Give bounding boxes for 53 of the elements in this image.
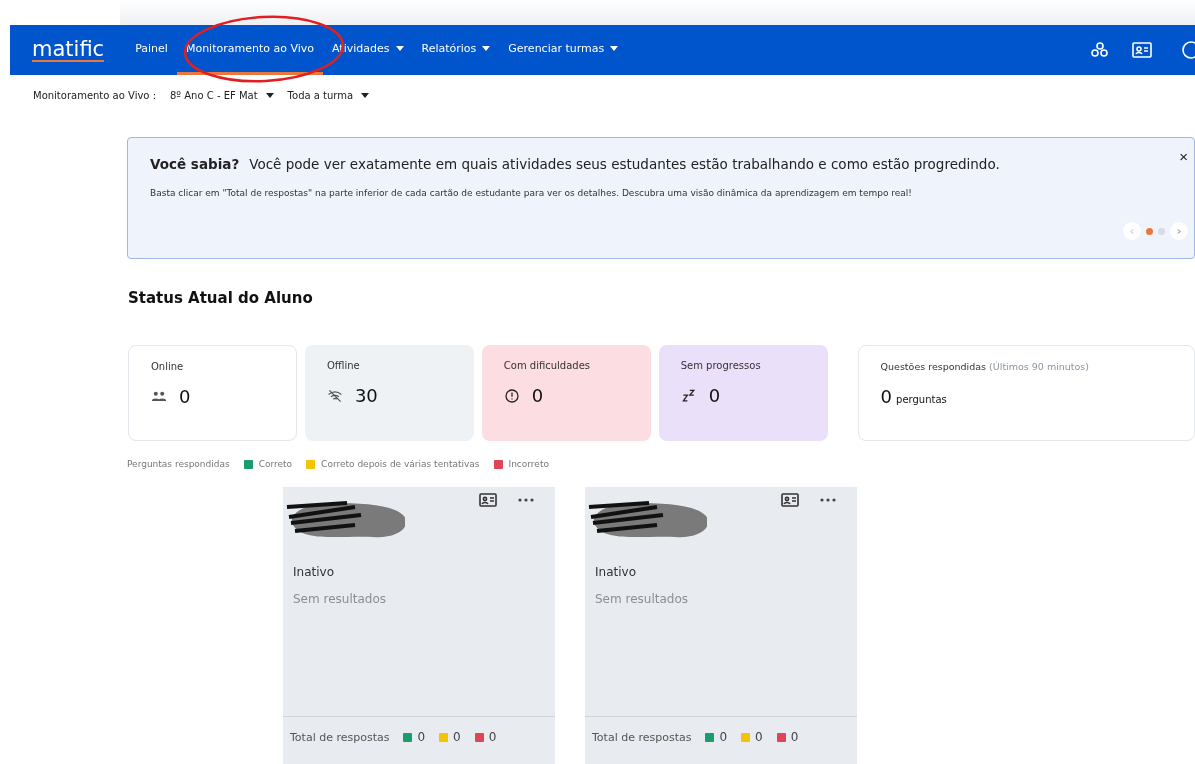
nav-tab[interactable]: Gerenciar turmas	[499, 25, 628, 75]
people-group-icon[interactable]	[1089, 40, 1111, 60]
subbar-label: Monitoramento ao Vivo :	[33, 89, 156, 101]
stat-value: 0	[708, 385, 721, 406]
chevron-left-icon	[1128, 228, 1136, 234]
nav-tab[interactable]: Monitoramento ao Vivo	[176, 25, 323, 75]
id-card-icon[interactable]	[781, 493, 799, 507]
sleep-icon	[680, 387, 697, 404]
chevron-right-icon	[1175, 228, 1183, 234]
count-value: 0	[453, 730, 461, 744]
section-heading: Status Atual do Aluno	[128, 289, 314, 307]
count-value: 0	[755, 730, 763, 744]
card-label: Com dificuldades	[503, 360, 592, 371]
legend-text: Correto depois de várias tentativas	[321, 459, 480, 469]
banner-headline: Você pode ver exatamente em quais atividades seus estudantes estão trabalhando e como estão progredindo.	[249, 156, 1000, 172]
result-text: Sem resultados	[595, 592, 690, 606]
count-value: 0	[790, 730, 799, 744]
legend-label: Perguntas respondidas	[127, 459, 230, 469]
stat-value: 0	[880, 386, 893, 407]
card-label: Online	[151, 361, 185, 372]
card-label: Sem progressos	[680, 360, 762, 371]
caret-icon	[361, 92, 370, 98]
class-select[interactable]: Toda a turma	[287, 89, 370, 101]
total-responses-link[interactable]: Total de respostas	[290, 730, 390, 744]
caret-icon	[265, 92, 274, 98]
id-card-icon[interactable]	[479, 493, 497, 507]
count-value: 0	[488, 730, 497, 744]
banner-title: Você sabia?	[150, 156, 240, 172]
banner-text: Basta clicar em "Total de respostas" na parte inferior de cada cartão de estudante para ver os detalhes. Descubra uma visão dinâmica da aprendizagem em tempo real!	[150, 188, 913, 198]
card-label: Questões respondidas (Últimos 90 minutos)	[880, 361, 1090, 372]
alert-icon	[503, 387, 520, 404]
stat-value: 0	[531, 385, 544, 406]
result-text: Sem resultados	[293, 592, 388, 606]
nav-tab[interactable]: Relatórios	[412, 25, 500, 75]
legend-text: Incorreto	[508, 459, 549, 469]
count-value: 0	[719, 730, 728, 744]
page-dot[interactable]	[1158, 227, 1165, 235]
stat-value: 30	[354, 385, 378, 406]
class-select[interactable]: 8º Ano C - EF Mat	[170, 89, 274, 101]
unit-label: perguntas	[896, 394, 947, 405]
nav-tab[interactable]: Painel	[126, 25, 177, 75]
legend-text: Correto	[258, 459, 293, 469]
close-button[interactable]: ×	[1179, 148, 1188, 165]
student-status: Inativo	[595, 565, 637, 579]
logo[interactable]: matific	[32, 38, 105, 62]
total-responses-link[interactable]: Total de respostas	[592, 730, 692, 744]
wifi-off-icon	[326, 387, 343, 404]
page-dot[interactable]	[1146, 227, 1153, 235]
student-status: Inativo	[293, 565, 335, 579]
count-value: 0	[417, 730, 426, 744]
id-card-icon[interactable]	[1131, 40, 1153, 60]
stat-value: 0	[179, 386, 191, 407]
card-label: Offline	[326, 360, 361, 371]
